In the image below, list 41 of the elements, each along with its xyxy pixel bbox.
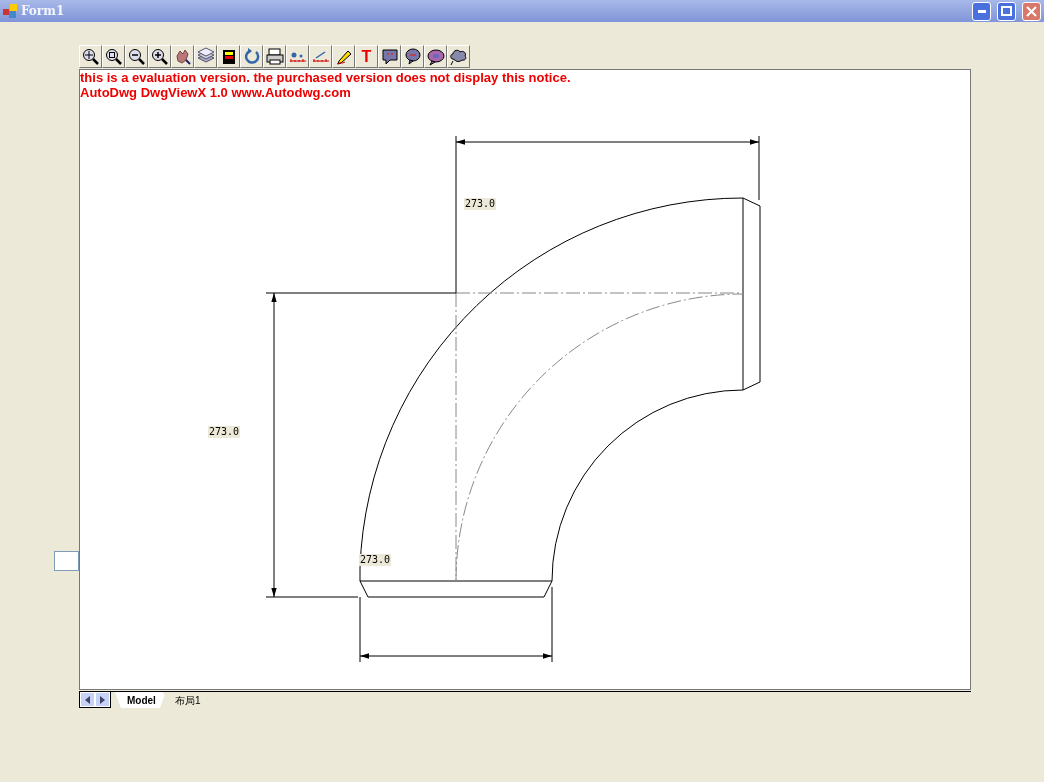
text-tool-button[interactable]: T <box>355 45 378 68</box>
maximize-button[interactable] <box>997 1 1016 21</box>
toolbar-button[interactable] <box>263 45 286 68</box>
layout-tab[interactable]: Model <box>115 692 166 708</box>
dimension-value: 273.0 <box>464 198 497 210</box>
toolbar-button[interactable] <box>79 45 102 68</box>
minimize-button[interactable] <box>972 1 991 21</box>
toolbar-button[interactable] <box>424 45 447 68</box>
zoom-extents-icon <box>81 47 100 66</box>
input-field[interactable] <box>54 551 79 571</box>
close-icon <box>1026 5 1037 17</box>
dimension-value: 273.0 <box>359 554 392 566</box>
window-title: Form1 <box>21 4 66 18</box>
zoom-window-icon <box>104 47 123 66</box>
evaluation-notice: this is a evaluation version. the purchased version does not display this notice. <box>80 70 571 85</box>
toolbar-button[interactable] <box>148 45 171 68</box>
left-arrow-icon <box>85 695 90 704</box>
toolbar-button[interactable] <box>102 45 125 68</box>
scroll-right-button[interactable] <box>95 692 110 707</box>
zoom-out-icon <box>127 47 146 66</box>
speech-bubble-icon <box>426 47 445 66</box>
close-button[interactable] <box>1022 1 1041 21</box>
right-arrow-icon <box>100 695 105 704</box>
cloud-bubble-icon <box>449 47 468 66</box>
app-icon <box>3 4 17 18</box>
zoom-in-icon <box>150 47 169 66</box>
toolbar-button[interactable] <box>401 45 424 68</box>
speech-bubble-icon <box>380 47 399 66</box>
toolbar-button[interactable] <box>217 45 240 68</box>
refresh-icon <box>242 47 261 66</box>
toolbar-button[interactable] <box>125 45 148 68</box>
toolbar-button[interactable] <box>332 45 355 68</box>
dimension-value: 273.0 <box>208 426 241 438</box>
scroll-left-button[interactable] <box>80 692 95 707</box>
minimize-icon <box>977 9 986 13</box>
toolbar-button[interactable] <box>378 45 401 68</box>
evaluation-notice: AutoDwg DwgViewX 1.0 www.Autodwg.com <box>80 85 352 100</box>
toolbar-button[interactable] <box>447 45 470 68</box>
maximize-icon <box>1001 6 1012 16</box>
speech-bubble-icon <box>403 47 422 66</box>
printer-icon <box>265 47 284 66</box>
